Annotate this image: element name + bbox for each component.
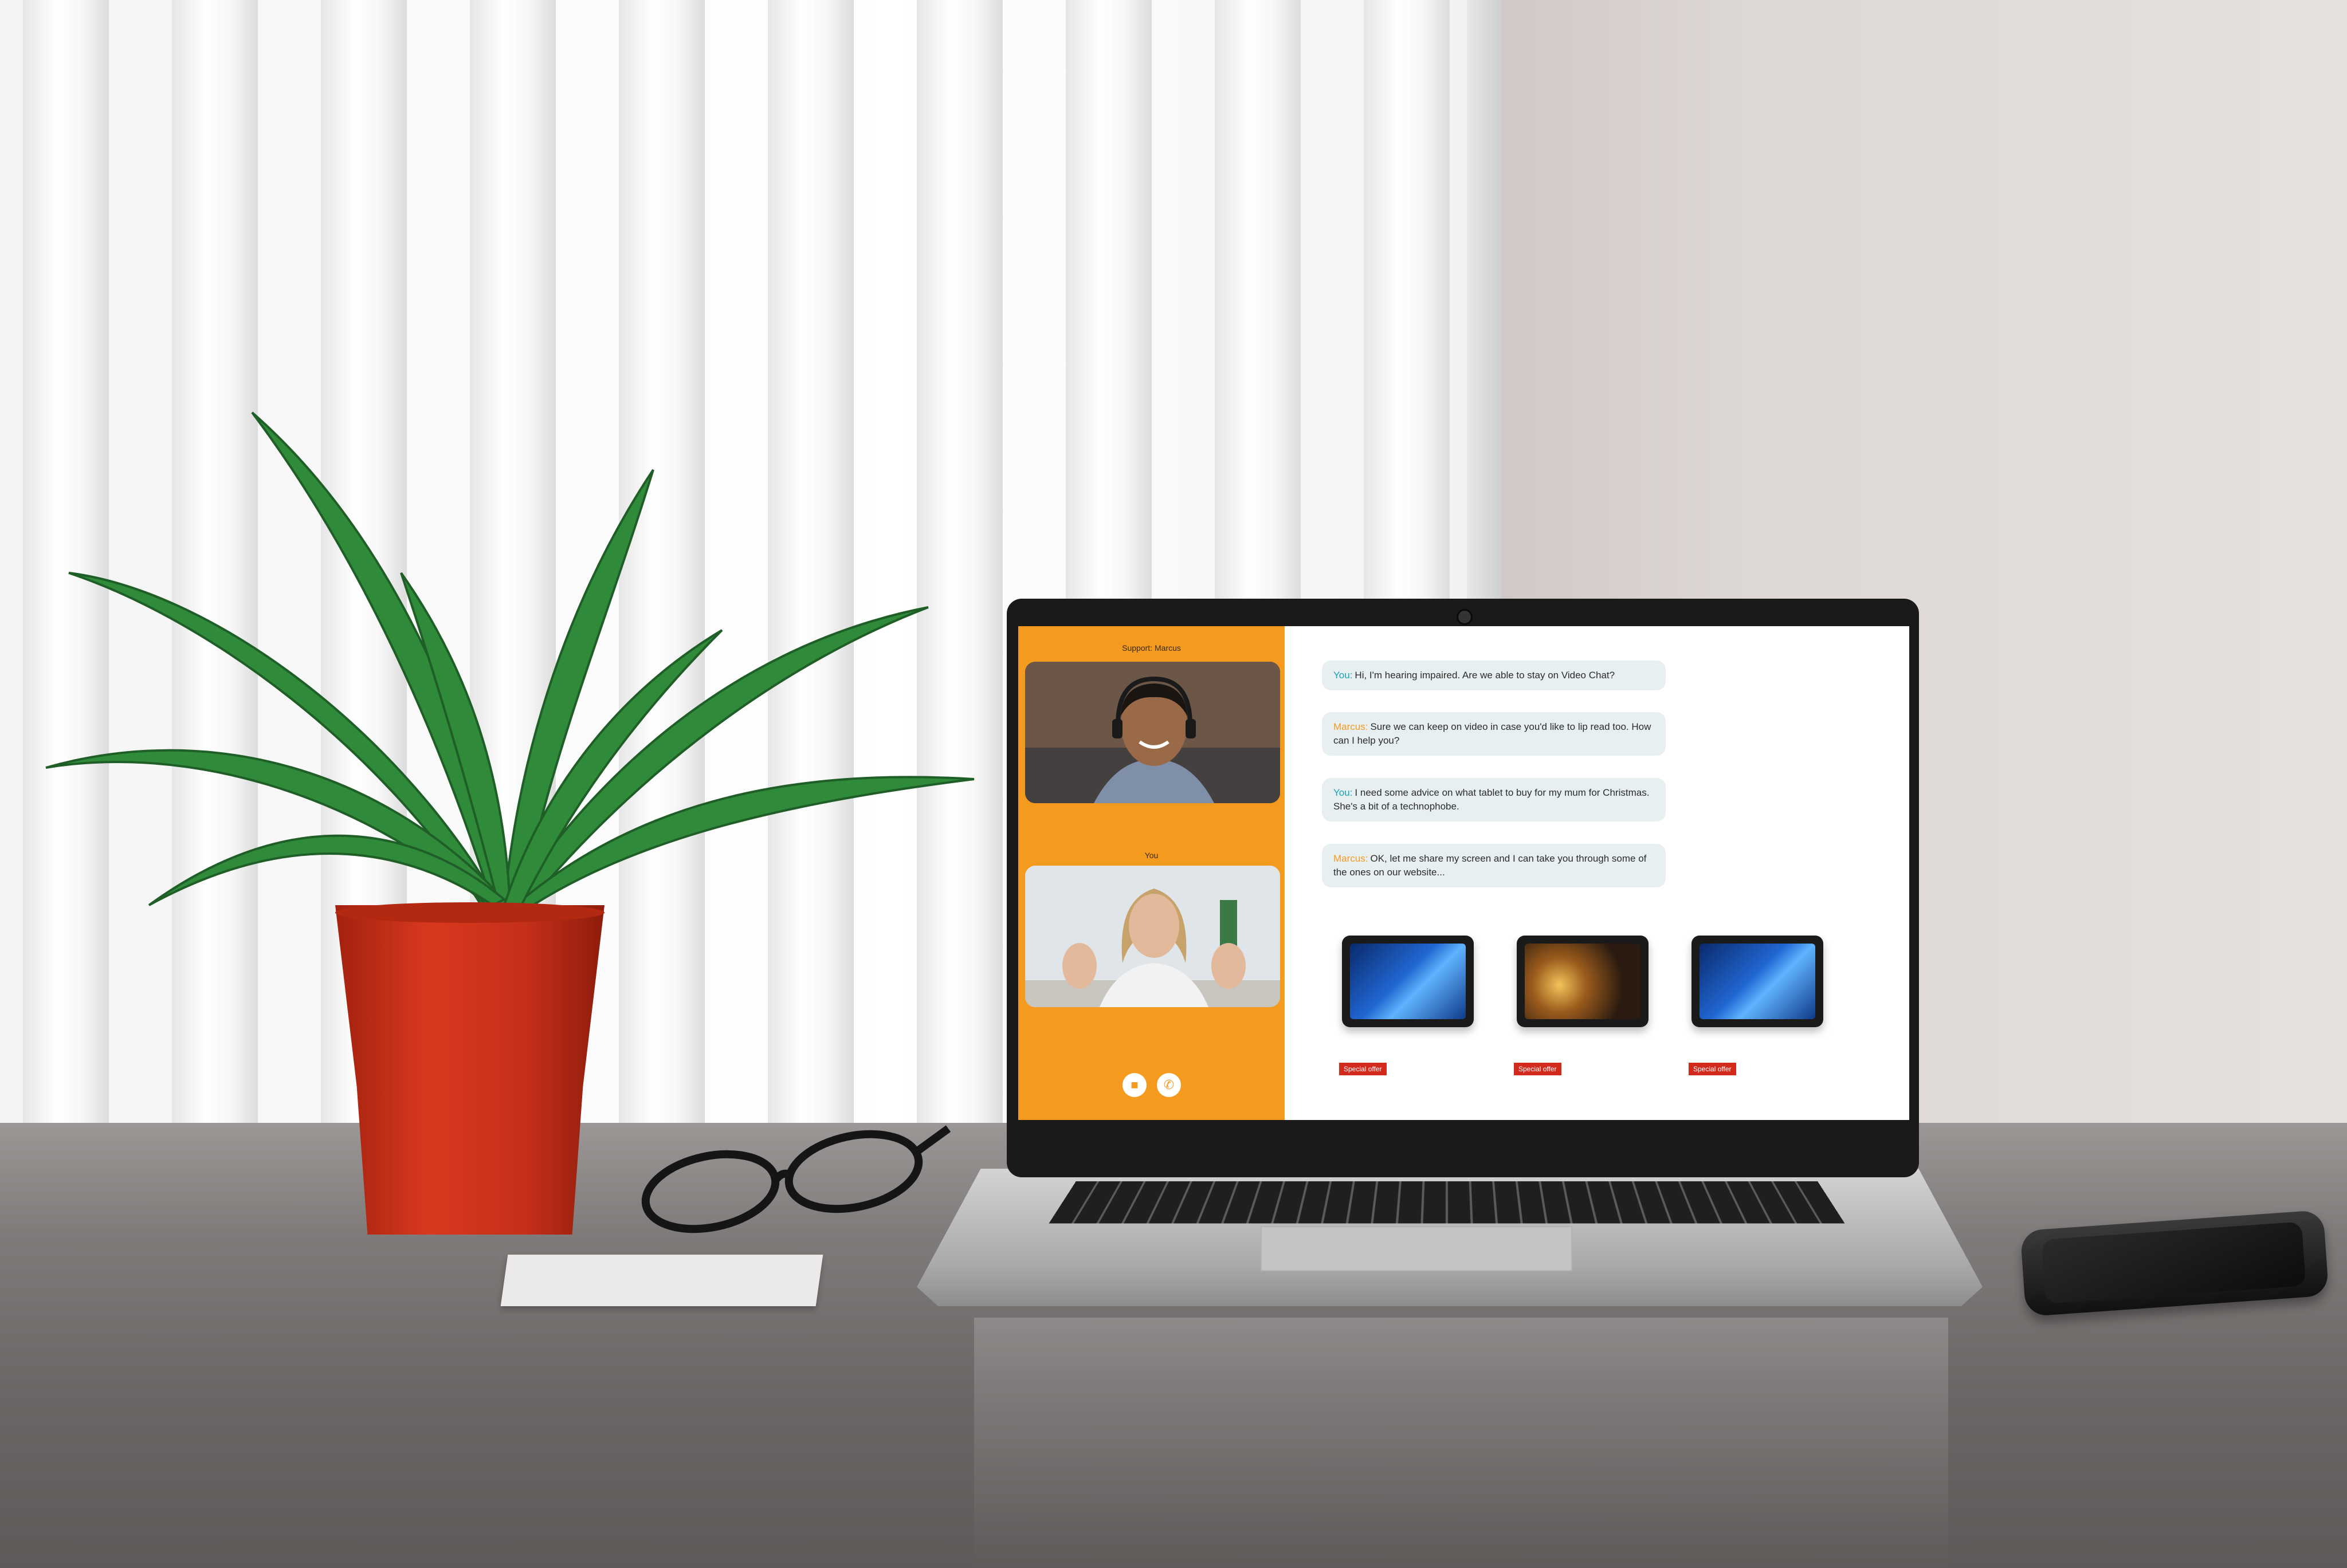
support-agent-portrait <box>1025 662 1280 803</box>
laptop-screen: Support: Marcus You ■ ✆ You: Hi, I'm hea… <box>1018 626 1909 1120</box>
webcam-icon <box>1457 609 1473 625</box>
message-text: Sure we can keep on video in case you'd … <box>1333 721 1651 746</box>
video-camera-icon[interactable]: ■ <box>1123 1073 1147 1097</box>
desk-scene: Support: Marcus You ■ ✆ You: Hi, I'm hea… <box>0 0 2347 1568</box>
message-text: Hi, I'm hearing impaired. Are we able to… <box>1355 670 1615 681</box>
special-offer-badge[interactable]: Special offer <box>1514 1063 1561 1075</box>
message-sender: You: <box>1333 787 1352 798</box>
tablet-screen <box>1700 944 1815 1019</box>
self-video[interactable] <box>1025 866 1280 1007</box>
self-video-label: You <box>1018 851 1285 860</box>
laptop-keyboard <box>1049 1181 1844 1224</box>
message-text: OK, let me share my screen and I can tak… <box>1333 853 1646 878</box>
support-agent-video[interactable] <box>1025 662 1280 803</box>
special-offer-badge[interactable]: Special offer <box>1689 1063 1736 1075</box>
chat-message: Marcus: Sure we can keep on video in case… <box>1322 712 1666 756</box>
phone-icon[interactable]: ✆ <box>1157 1073 1181 1097</box>
tablet-image <box>1342 936 1474 1027</box>
eyeglasses <box>636 1117 951 1249</box>
message-sender: Marcus: <box>1333 853 1368 864</box>
plant-pot <box>335 905 605 1235</box>
desk-reflection <box>974 1318 1948 1568</box>
support-video-label: Support: Marcus <box>1018 643 1285 653</box>
chat-message: You: I need some advice on what tablet to… <box>1322 778 1666 822</box>
video-call-panel: Support: Marcus You ■ ✆ <box>1018 626 1285 1120</box>
tablet-screen <box>1350 944 1466 1019</box>
message-text: I need some advice on what tablet to buy… <box>1333 787 1649 812</box>
product-tablet-2[interactable] <box>1505 930 1660 1044</box>
product-tablet-1[interactable] <box>1331 930 1485 1044</box>
laptop-trackpad <box>1261 1226 1572 1271</box>
chat-message: Marcus: OK, let me share my screen and I … <box>1322 844 1666 887</box>
self-portrait <box>1025 866 1280 1007</box>
plant-pot-rim <box>335 902 605 923</box>
notepad <box>501 1255 823 1306</box>
tablet-image <box>1691 936 1823 1027</box>
smartphone-screen <box>2042 1221 2306 1303</box>
product-tablet-3[interactable] <box>1680 930 1835 1044</box>
tablet-screen <box>1525 944 1640 1019</box>
call-controls: ■ ✆ <box>1018 1073 1285 1102</box>
special-offer-badge[interactable]: Special offer <box>1339 1063 1387 1075</box>
chat-area: You: Hi, I'm hearing impaired. Are we abl… <box>1285 626 1909 1120</box>
message-sender: Marcus: <box>1333 721 1368 732</box>
plant-leaves <box>34 401 1008 917</box>
message-sender: You: <box>1333 670 1352 681</box>
chat-message: You: Hi, I'm hearing impaired. Are we abl… <box>1322 661 1666 690</box>
tablet-image <box>1517 936 1649 1027</box>
